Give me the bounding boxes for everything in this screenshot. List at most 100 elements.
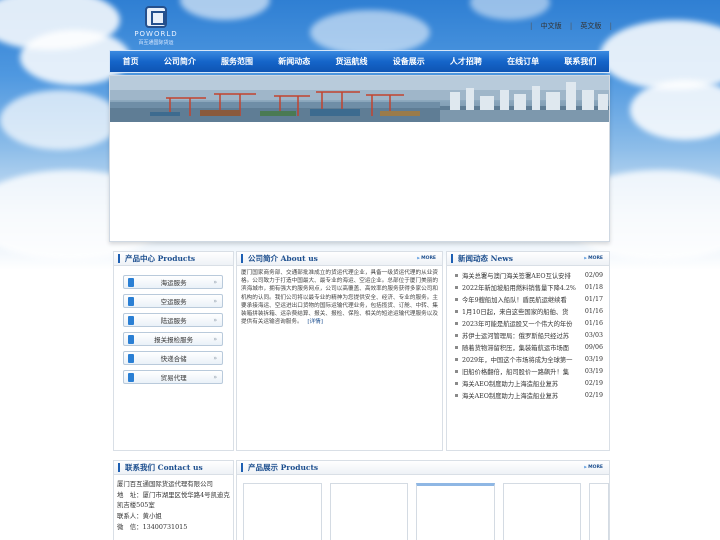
contact-panel: 联系我们 Contact us 厦门百互通国际货运代理有限公司 地 址：厦门市湖… xyxy=(113,460,234,540)
about-body: 厦门国家商务部、交通部批准成立的货运代理企业，具备一级货运代理的从业资格。公司致… xyxy=(241,270,438,326)
product-item-air[interactable]: 空运服务 » xyxy=(123,294,223,308)
news-item-date: 01/16 xyxy=(584,307,603,315)
about-more-link[interactable]: MORE xyxy=(417,256,436,261)
double-chevron-icon: » xyxy=(213,297,217,305)
news-title: 新闻动态 News xyxy=(458,254,513,263)
contact-header: 联系我们 Contact us xyxy=(114,461,233,475)
news-list: 海关总署与澳门海关签署AEO互认安排 02/09 2022年新加坡船用燃料销售量下… xyxy=(447,266,609,402)
nav-item-services[interactable]: 服务范围 xyxy=(217,56,257,67)
contact-person-label: 联系人： xyxy=(117,512,143,521)
news-panel: 新闻动态 News MORE 海关总署与澳门海关签署AEO互认安排 02/09 2… xyxy=(446,251,610,451)
product-item-express[interactable]: 快递合储 » xyxy=(123,351,223,365)
product-thumbnail[interactable] xyxy=(243,483,322,540)
product-item-label: 陆运服务 xyxy=(160,317,187,325)
nav-item-home[interactable]: 首页 xyxy=(119,56,143,67)
logo-brand: POWORLD xyxy=(134,30,178,38)
news-item[interactable]: 2029年，中国这个市场将成为全球第一 03/19 xyxy=(455,354,603,366)
news-item-title: 海关AEO制度助力上海造船业复苏 xyxy=(462,381,559,389)
nav-item-news[interactable]: 新闻动态 xyxy=(274,56,314,67)
logo-subtitle: 百互通国际货运 xyxy=(138,40,174,46)
product-item-sea[interactable]: 海运服务 » xyxy=(123,275,223,289)
news-item[interactable]: 海关AEO制度助力上海造船业复苏 02/19 xyxy=(455,378,603,390)
news-item[interactable]: 2022年新加坡船用燃料销售量下降4.2% 01/18 xyxy=(455,281,603,293)
contact-address-row: 地 址：厦门市湖里区悦华路4号凯迪克凯吉楼505室 xyxy=(117,490,230,511)
nav-item-equipment[interactable]: 设备展示 xyxy=(389,56,429,67)
nav-item-jobs[interactable]: 人才招聘 xyxy=(446,56,486,67)
product-center-panel: 产品中心 Products 海运服务 » 空运服务 » 陆运服务 » 报关报检服… xyxy=(113,251,234,451)
about-title: 公司简介 About us xyxy=(248,254,318,263)
news-item-title: 今年9艘船加入船队！盾民航运继续看 xyxy=(462,296,567,304)
news-item-date: 03/19 xyxy=(584,368,603,376)
news-item[interactable]: 今年9艘船加入船队！盾民航运继续看 01/17 xyxy=(455,293,603,305)
news-item-date: 02/09 xyxy=(584,271,603,279)
bullet-icon xyxy=(455,334,458,338)
bullet-icon xyxy=(455,394,458,398)
nav-item-routes[interactable]: 货运航线 xyxy=(331,56,371,67)
product-thumbnail[interactable] xyxy=(589,483,609,540)
title-bar-decoration xyxy=(118,463,120,472)
news-item-title: 2023年可能是航运股又一个伟大的年份 xyxy=(462,320,573,328)
product-show-header: 产品展示 Products MORE xyxy=(237,461,609,475)
about-header: 公司简介 About us MORE xyxy=(237,252,442,266)
product-show-title: 产品展示 Products xyxy=(248,463,319,472)
product-thumbnail[interactable] xyxy=(416,483,495,540)
product-item-label: 贸易代理 xyxy=(160,374,187,382)
news-header: 新闻动态 News MORE xyxy=(447,252,609,266)
product-item-label: 海运服务 xyxy=(160,279,187,287)
product-show-panel: 产品展示 Products MORE xyxy=(236,460,610,540)
contact-person-row: 联系人：黄小姐 xyxy=(117,511,230,522)
news-item-title: 旧船价格翻倍，船司股价一路飙升！集 xyxy=(462,369,570,377)
lang-chinese-link[interactable]: 中文版 xyxy=(541,22,562,30)
news-item[interactable]: 海关AEO制度助力上海造船业复苏 02/19 xyxy=(455,390,603,402)
about-panel: 公司简介 About us MORE 厦门国家商务部、交通部批准成立的货运代理企… xyxy=(236,251,443,451)
contact-phone-label: 微 信： xyxy=(117,522,143,531)
nav-item-contact[interactable]: 联系我们 xyxy=(560,56,600,67)
news-item-date: 01/18 xyxy=(584,283,603,291)
news-item-date: 03/19 xyxy=(584,356,603,364)
news-item-date: 01/16 xyxy=(584,319,603,327)
title-bar-decoration xyxy=(241,463,243,472)
double-chevron-icon: » xyxy=(213,335,217,343)
product-item-label: 快递合储 xyxy=(160,355,187,363)
news-item-title: 2029年，中国这个市场将成为全球第一 xyxy=(462,357,573,365)
product-item-trade[interactable]: 贸易代理 » xyxy=(123,370,223,384)
news-item-date: 09/06 xyxy=(584,344,603,352)
news-item[interactable]: 旧船价格翻倍，船司股价一路飙升！集 03/19 xyxy=(455,366,603,378)
news-item-title: 海关总署与澳门海关签署AEO互认安排 xyxy=(462,272,571,280)
news-more-link[interactable]: MORE xyxy=(584,256,603,261)
nav-item-order[interactable]: 在线订单 xyxy=(503,56,543,67)
contact-phone: 13400731015 xyxy=(142,522,188,531)
news-item-date: 03/03 xyxy=(584,332,603,340)
news-item-date: 02/19 xyxy=(584,392,603,400)
logo-mark-icon xyxy=(145,6,167,28)
news-item[interactable]: 随着货物滞留积压，集装箱航运市场面 09/06 xyxy=(455,342,603,354)
news-item-title: 1月10日起，来自这些国家的船舶、货 xyxy=(462,308,569,316)
title-bar-decoration xyxy=(118,254,120,263)
lang-separator: | xyxy=(569,22,573,30)
bullet-icon xyxy=(455,321,458,325)
lang-english-link[interactable]: 英文版 xyxy=(580,22,601,30)
bullet-icon xyxy=(455,358,458,362)
bullet-icon xyxy=(455,273,458,277)
product-item-label: 空运服务 xyxy=(160,298,187,306)
nav-item-about[interactable]: 公司简介 xyxy=(160,56,200,67)
news-item[interactable]: 苏伊士运河管理局：俄罗斯船只经过苏 03/03 xyxy=(455,329,603,341)
contact-company: 厦门百互通国际货运代理有限公司 xyxy=(117,480,213,488)
product-thumbnail[interactable] xyxy=(329,483,409,540)
news-item[interactable]: 2023年可能是航运股又一个伟大的年份 01/16 xyxy=(455,317,603,329)
company-logo[interactable]: POWORLD 百互通国际货运 xyxy=(130,6,182,52)
news-item[interactable]: 1月10日起，来自这些国家的船舶、货 01/16 xyxy=(455,305,603,317)
product-thumbnail[interactable] xyxy=(502,483,582,540)
double-chevron-icon: » xyxy=(213,316,217,324)
news-item-date: 02/19 xyxy=(584,380,603,388)
bullet-icon xyxy=(455,309,458,313)
product-thumbnails xyxy=(237,475,609,540)
contact-body: 厦门百互通国际货运代理有限公司 地 址：厦门市湖里区悦华路4号凯迪克凯吉楼505… xyxy=(114,475,233,533)
product-show-more-link[interactable]: MORE xyxy=(584,465,603,470)
port-banner-image xyxy=(110,76,609,122)
product-center-title: 产品中心 Products xyxy=(125,254,196,263)
about-detail-link[interactable]: [详情] xyxy=(307,319,323,325)
product-item-land[interactable]: 陆运服务 » xyxy=(123,313,223,327)
product-item-customs[interactable]: 报关报检服务 » xyxy=(123,332,223,346)
news-item[interactable]: 海关总署与澳门海关签署AEO互认安排 02/09 xyxy=(455,269,603,281)
